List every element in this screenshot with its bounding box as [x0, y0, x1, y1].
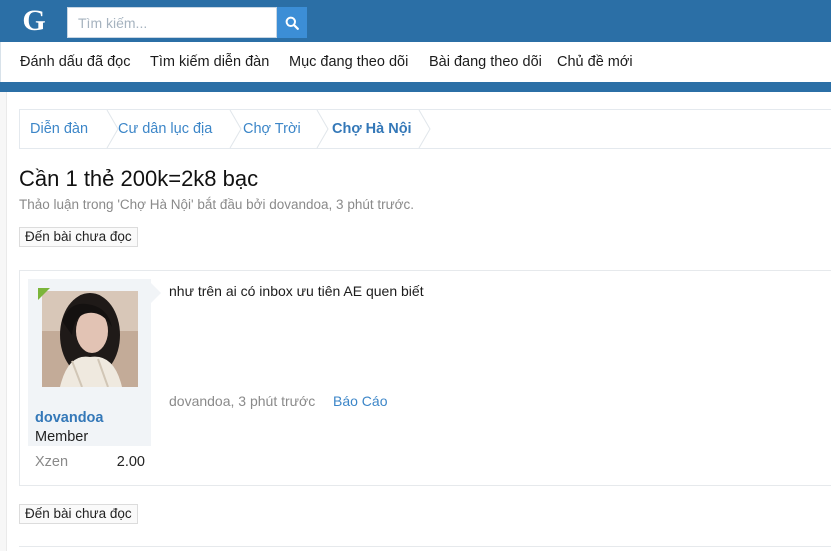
crumb-flea-market[interactable]: Chợ Trời — [243, 110, 301, 148]
avatar[interactable] — [42, 291, 138, 387]
go-to-unread-button[interactable]: Đến bài chưa đọc — [19, 227, 138, 247]
nav-mark-read[interactable]: Đánh dấu đã đọc — [20, 42, 130, 82]
crumb-separator-icon — [316, 110, 329, 148]
nav-watched-threads[interactable]: Bài đang theo dõi — [429, 42, 542, 82]
crumb-hanoi-market[interactable]: Chợ Hà Nội — [332, 110, 412, 148]
nav-search-forums[interactable]: Tìm kiếm diễn đàn — [150, 42, 269, 82]
post-username[interactable]: dovandoa — [35, 410, 103, 426]
online-indicator — [38, 288, 50, 300]
site-logo[interactable]: G — [18, 4, 50, 38]
stat-label: Xzen — [35, 454, 69, 470]
post: dovandoa Member Xzen 2.00 như trên ai có… — [19, 270, 831, 486]
search-icon — [285, 16, 299, 30]
crumb-continent-residents[interactable]: Cư dân lục địa — [118, 110, 212, 148]
next-section-border — [19, 546, 831, 556]
post-message: như trên ai có inbox ưu tiên AE quen biế… — [169, 283, 424, 299]
nav-watched-forums[interactable]: Mục đang theo dõi — [289, 42, 408, 82]
post-author-time[interactable]: dovandoa, 3 phút trước — [169, 393, 315, 409]
thread-title: Cần 1 thẻ 200k=2k8 bạc — [19, 166, 259, 191]
user-title: Member — [35, 429, 89, 445]
header-strip — [0, 82, 831, 92]
crumb-separator-icon — [229, 110, 242, 148]
crumb-separator-icon — [418, 110, 431, 148]
go-to-unread-button-bottom[interactable]: Đến bài chưa đọc — [19, 504, 138, 524]
user-card: dovandoa Member Xzen 2.00 — [28, 279, 151, 477]
breadcrumb: Diễn đàn Cư dân lục địa Chợ Trời Chợ Hà … — [19, 109, 831, 149]
user-card-arrow — [151, 283, 161, 303]
search-button[interactable] — [277, 7, 307, 38]
forum-navbar: Đánh dấu đã đọc Tìm kiếm diễn đàn Mục đa… — [0, 42, 831, 82]
top-header: G — [0, 0, 831, 42]
report-link[interactable]: Báo Cáo — [333, 393, 387, 409]
stat-value: 2.00 — [116, 454, 145, 470]
crumb-forums[interactable]: Diễn đàn — [30, 110, 88, 148]
user-stat-row: Xzen 2.00 — [28, 446, 151, 477]
avatar-image — [42, 291, 138, 387]
page-left-edge — [0, 92, 7, 551]
thread-meta: Thảo luận trong 'Chợ Hà Nội' bắt đầu bởi… — [19, 197, 414, 212]
search-input[interactable] — [67, 7, 277, 38]
nav-new-posts[interactable]: Chủ đề mới — [557, 42, 633, 82]
